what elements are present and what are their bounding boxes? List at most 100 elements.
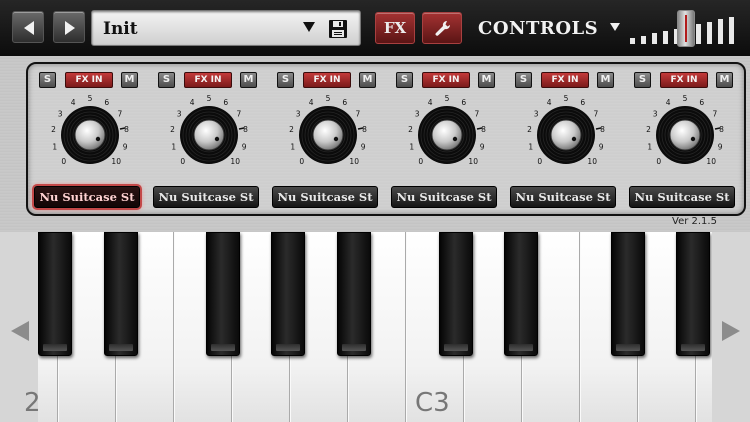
knob-pointer-tick: [714, 127, 721, 130]
knob-scale-label: 2: [527, 125, 532, 134]
volume-knob[interactable]: 0 1 2 3 4 5 6 7 8 9 10: [393, 93, 493, 173]
knob-scale-label: 0: [180, 157, 185, 166]
knob-scale-label: 0: [537, 157, 542, 166]
black-key[interactable]: [206, 232, 240, 356]
black-key[interactable]: [439, 232, 473, 356]
settings-button[interactable]: [422, 12, 462, 44]
volume-fader-handle[interactable]: [677, 10, 695, 47]
instrument-selector[interactable]: Nu Suitcase St: [391, 186, 497, 208]
knob-scale-label: 0: [299, 157, 304, 166]
mute-button[interactable]: M: [478, 72, 495, 88]
knob-scale-label: 1: [52, 142, 57, 151]
solo-button[interactable]: S: [396, 72, 413, 88]
knob-scale-label: 7: [237, 109, 242, 118]
solo-button[interactable]: S: [158, 72, 175, 88]
knob-scale-label: 10: [587, 157, 597, 166]
black-key[interactable]: [337, 232, 371, 356]
knob-scale-label: 2: [289, 125, 294, 134]
knob-scale-label: 3: [415, 109, 420, 118]
mute-button[interactable]: M: [121, 72, 138, 88]
mute-button[interactable]: M: [359, 72, 376, 88]
meter-bar: [630, 38, 635, 44]
knob-scale-label: 5: [445, 94, 450, 103]
meter-bar: [641, 36, 646, 44]
fx-button-label: FX: [383, 19, 407, 37]
mute-button[interactable]: M: [240, 72, 257, 88]
black-key[interactable]: [504, 232, 538, 356]
knob-scale-label: 9: [718, 142, 723, 151]
fx-in-button[interactable]: FX IN: [660, 72, 708, 88]
knob-scale-label: 2: [646, 125, 651, 134]
fx-in-button[interactable]: FX IN: [422, 72, 470, 88]
fx-button[interactable]: FX: [375, 12, 415, 44]
black-key[interactable]: [676, 232, 710, 356]
knob-scale-label: 7: [118, 109, 123, 118]
knob-scale-label: 1: [171, 142, 176, 151]
black-key[interactable]: [38, 232, 72, 356]
scroll-left-icon[interactable]: [9, 320, 31, 342]
knob-cap: [550, 119, 582, 151]
previous-preset-button[interactable]: [12, 11, 44, 43]
black-key[interactable]: [104, 232, 138, 356]
fx-in-button[interactable]: FX IN: [541, 72, 589, 88]
knob-scale-label: 9: [123, 142, 128, 151]
knob-scale-label: 5: [326, 94, 331, 103]
next-preset-button[interactable]: [53, 11, 85, 43]
knob-scale-label: 3: [653, 109, 658, 118]
knob-scale-label: 5: [564, 94, 569, 103]
instrument-selector[interactable]: Nu Suitcase St: [510, 186, 616, 208]
knob-scale-label: 7: [475, 109, 480, 118]
channel-strip: S FX IN M 0 1 2 3 4 5 6 7 8 9 10 Nu Suitcase St: [269, 70, 389, 215]
mute-button[interactable]: M: [716, 72, 733, 88]
knob-scale-label: 4: [309, 98, 314, 107]
knob-graphic: 01 234 5 678 910: [408, 94, 486, 166]
fx-in-button[interactable]: FX IN: [184, 72, 232, 88]
solo-button[interactable]: S: [634, 72, 651, 88]
solo-button[interactable]: S: [39, 72, 56, 88]
controls-dropdown[interactable]: CONTROLS: [478, 18, 598, 39]
scroll-right-icon[interactable]: [720, 320, 742, 342]
preset-selector[interactable]: Init: [91, 10, 361, 46]
fx-in-button[interactable]: FX IN: [303, 72, 351, 88]
solo-button[interactable]: S: [277, 72, 294, 88]
knob-scale-label: 8: [600, 125, 605, 134]
knob-scale-label: 10: [706, 157, 716, 166]
instrument-selector[interactable]: Nu Suitcase St: [153, 186, 259, 208]
solo-button[interactable]: S: [515, 72, 532, 88]
black-key[interactable]: [271, 232, 305, 356]
instrument-selector[interactable]: Nu Suitcase St: [629, 186, 735, 208]
instrument-selector[interactable]: Nu Suitcase St: [272, 186, 378, 208]
save-icon[interactable]: [328, 19, 348, 39]
knob-pointer-tick: [595, 127, 602, 130]
volume-knob[interactable]: 0 1 2 3 4 5 6 7 8 9 10: [631, 93, 731, 173]
knob-graphic: 01 234 5 678 910: [646, 94, 724, 166]
knob-scale-label: 9: [361, 142, 366, 151]
controls-dropdown-arrow-icon[interactable]: [609, 22, 621, 32]
meter-bar: [696, 24, 701, 44]
volume-knob[interactable]: 0 1 2 3 4 5 6 7 8 9 10: [155, 93, 255, 173]
volume-knob[interactable]: 0 1 2 3 4 5 6 7 8 9 10: [274, 93, 374, 173]
black-key[interactable]: [611, 232, 645, 356]
instrument-selector[interactable]: Nu Suitcase St: [34, 186, 140, 208]
knob-scale-label: 0: [656, 157, 661, 166]
knob-scale-label: 9: [599, 142, 604, 151]
mute-button[interactable]: M: [597, 72, 614, 88]
knob-graphic: 01 234 5 678 910: [527, 94, 605, 166]
meter-bar: [729, 17, 734, 44]
knob-scale-label: 4: [666, 98, 671, 107]
knob-scale-label: 7: [713, 109, 718, 118]
meter-bar: [663, 31, 668, 44]
knob-scale-label: 4: [547, 98, 552, 107]
volume-knob[interactable]: 0 1 2 3 4 5 6 7 8 9 10: [36, 93, 136, 173]
knob-cap: [669, 119, 701, 151]
channel-strip: S FX IN M 0 1 2 3 4 5 6 7 8 9 10 Nu Suitcase St: [507, 70, 627, 215]
knob-scale-label: 10: [349, 157, 359, 166]
knob-scale-label: 0: [61, 157, 66, 166]
knob-scale-label: 1: [647, 142, 652, 151]
knob-scale-label: 6: [104, 98, 109, 107]
knob-graphic: 01 234 5 678 910: [289, 94, 367, 166]
knob-scale-label: 5: [683, 94, 688, 103]
knob-graphic: 01 234 5 678 910: [51, 94, 129, 166]
fx-in-button[interactable]: FX IN: [65, 72, 113, 88]
volume-knob[interactable]: 0 1 2 3 4 5 6 7 8 9 10: [512, 93, 612, 173]
